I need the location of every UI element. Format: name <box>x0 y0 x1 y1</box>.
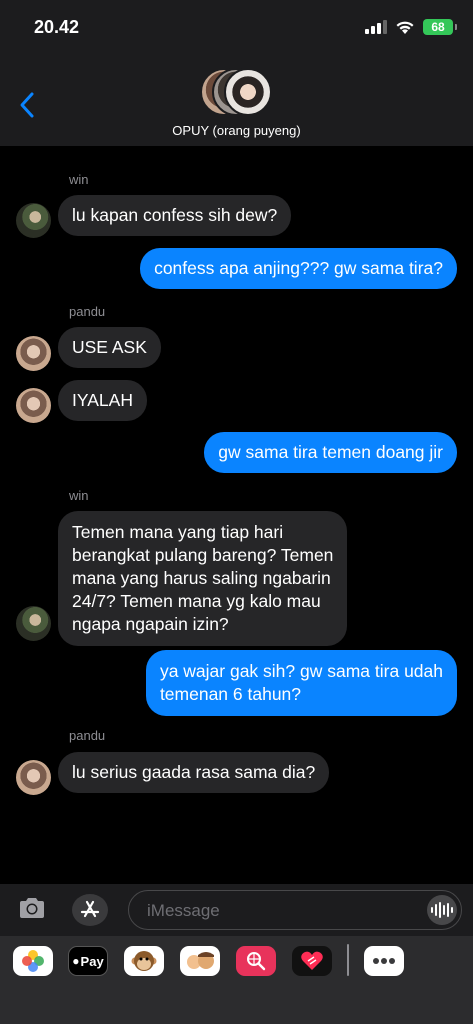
group-avatar <box>224 68 272 116</box>
animoji-button[interactable] <box>124 946 164 976</box>
outgoing-message[interactable]: confess apa anjing??? gw sama tira? <box>140 248 457 289</box>
memoji-icon <box>187 952 214 969</box>
message-line: temenan 6 tahun? <box>159 684 302 704</box>
sender-name: pandu <box>69 728 106 743</box>
digital-touch-button[interactable] <box>292 946 332 976</box>
status-time: 20.42 <box>34 17 80 37</box>
incoming-message[interactable]: IYALAH <box>58 380 147 421</box>
outgoing-message[interactable]: ya wajar gak sih? gw sama tira udah teme… <box>145 650 457 716</box>
avatar[interactable] <box>16 760 51 795</box>
heart-icon <box>301 951 323 970</box>
incoming-message[interactable]: lu kapan confess sih dew? <box>58 195 292 236</box>
avatar[interactable] <box>16 388 51 423</box>
app-store-icon <box>80 900 100 918</box>
more-apps-button[interactable] <box>364 946 404 976</box>
audio-record-icon[interactable] <box>427 895 457 925</box>
group-avatars[interactable] <box>200 68 274 118</box>
message-line: berangkat pulang bareng? Temen <box>72 545 334 565</box>
message-line: ya wajar gak sih? gw sama tira udah <box>159 661 443 681</box>
memoji-button[interactable] <box>180 946 220 976</box>
app-store-button[interactable] <box>72 894 108 926</box>
apple-pay-button[interactable]: ● Pay <box>68 946 108 976</box>
avatar[interactable] <box>16 203 51 238</box>
sender-name: win <box>69 488 89 503</box>
message-line: 24/7? Temen mana yg kalo mau <box>72 591 321 611</box>
compose-bar: iMessage <box>0 884 473 936</box>
drawer-divider <box>347 944 349 976</box>
apple-logo-icon: ● <box>72 954 80 968</box>
more-icon <box>373 958 395 964</box>
message-line: Temen mana yang tiap hari <box>72 522 284 542</box>
monkey-icon <box>131 951 157 971</box>
globe-search-icon <box>247 952 266 971</box>
camera-icon[interactable] <box>18 897 46 919</box>
incoming-message[interactable]: Temen mana yang tiap hari berangkat pula… <box>58 511 348 646</box>
app-drawer: ● Pay <box>0 936 473 1024</box>
photos-app-button[interactable] <box>13 946 53 976</box>
sender-name: win <box>69 172 89 187</box>
group-name[interactable]: OPUY (orang puyeng) <box>0 123 473 138</box>
incoming-message[interactable]: USE ASK <box>58 327 161 368</box>
apple-pay-label: Pay <box>80 953 104 969</box>
battery-icon: 68 <box>423 19 457 35</box>
status-icons: 68 <box>365 19 457 35</box>
photos-icon <box>22 950 44 972</box>
message-input-placeholder: iMessage <box>147 901 220 920</box>
message-line: mana yang harus saling ngabarin <box>72 568 331 588</box>
avatar[interactable] <box>16 606 51 641</box>
message-line: ngapa ngapain izin? <box>72 614 229 634</box>
outgoing-message[interactable]: gw sama tira temen doang jir <box>204 432 457 473</box>
avatar[interactable] <box>16 336 51 371</box>
image-search-button[interactable] <box>236 946 276 976</box>
conversation-header: 20.42 68 OPUY (orang puyeng) <box>0 0 473 146</box>
wifi-icon <box>396 21 414 34</box>
cellular-signal-icon <box>365 20 387 34</box>
back-chevron-icon[interactable] <box>18 90 38 120</box>
sender-name: pandu <box>69 304 106 319</box>
message-input[interactable]: iMessage <box>128 890 462 930</box>
incoming-message[interactable]: lu serius gaada rasa sama dia? <box>58 752 330 793</box>
